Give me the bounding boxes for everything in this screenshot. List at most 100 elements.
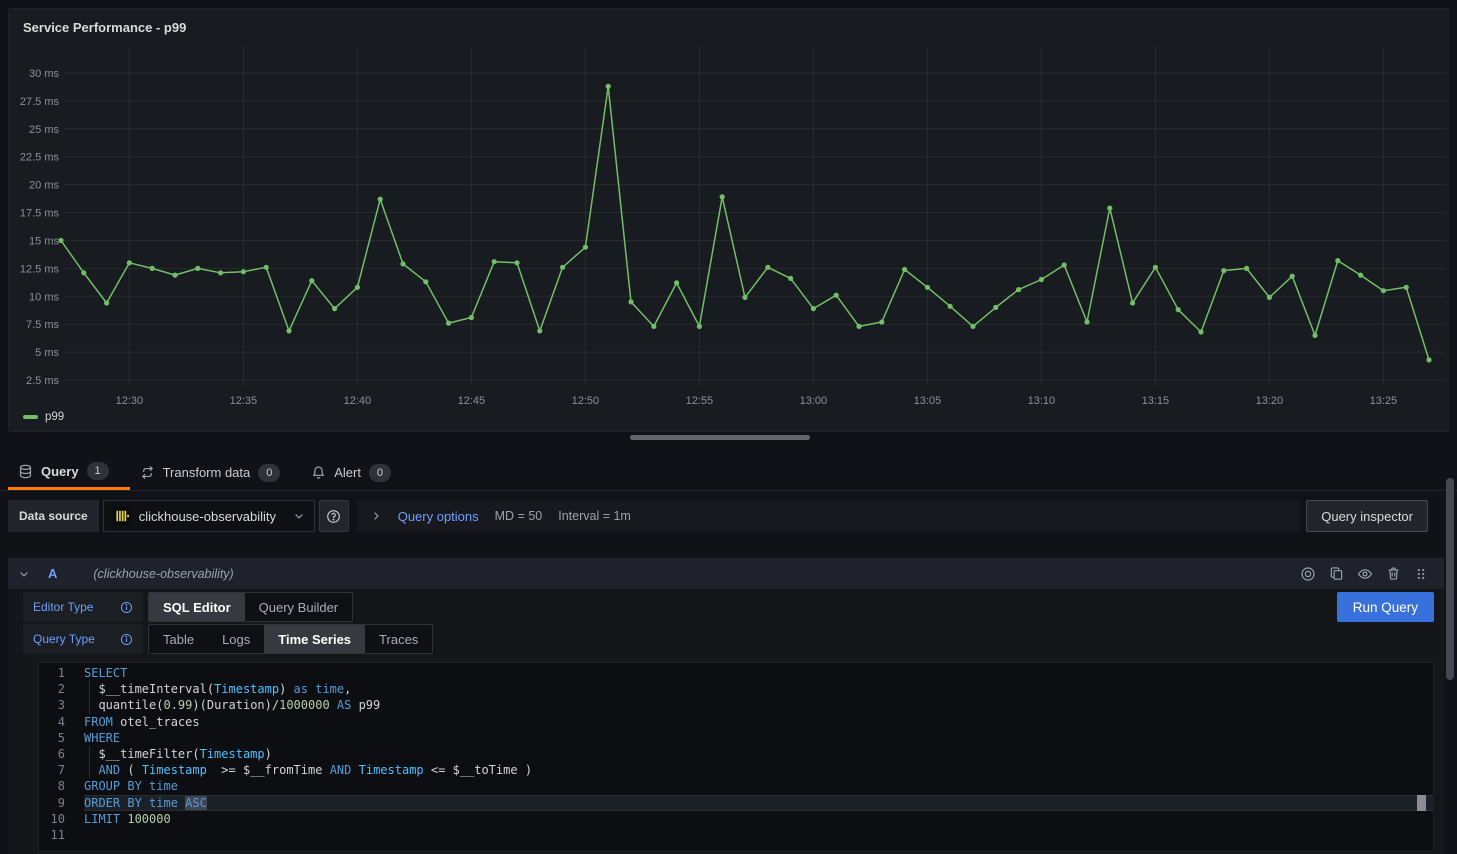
- copy-icon[interactable]: [1329, 566, 1344, 581]
- editor-type-sql-editor[interactable]: SQL Editor: [149, 593, 245, 621]
- angle-right-icon: [370, 510, 382, 522]
- line-text: AND ( Timestamp >= $__fromTime AND Times…: [84, 762, 1433, 778]
- legend-label[interactable]: p99: [45, 411, 64, 423]
- timeseries-chart[interactable]: 2.5 ms5 ms7.5 ms10 ms12.5 ms15 ms17.5 ms…: [9, 9, 1449, 432]
- query-inspector-button[interactable]: Query inspector: [1306, 500, 1428, 532]
- code-line-11[interactable]: 11: [39, 827, 1433, 843]
- query-type-time-series[interactable]: Time Series: [264, 625, 365, 653]
- tab-transform-data[interactable]: Transform data 0: [130, 455, 302, 490]
- tab-alert-label: Alert: [334, 465, 361, 480]
- svg-text:13:15: 13:15: [1142, 395, 1170, 407]
- legend: p99: [23, 411, 64, 423]
- code-line-5[interactable]: 5 WHERE: [39, 730, 1433, 746]
- panel-resize-handle[interactable]: [630, 435, 810, 440]
- editor-type-row: Editor Type SQL Editor Query Builder Run…: [23, 592, 1434, 622]
- info-circle-icon[interactable]: [120, 601, 133, 614]
- query-type-label-text: Query Type: [33, 632, 95, 646]
- line-text: FROM otel_traces: [84, 714, 1433, 730]
- tab-alert[interactable]: Alert 0: [301, 455, 412, 490]
- line-text: WHERE: [84, 730, 1433, 746]
- angle-down-icon[interactable]: [18, 568, 30, 580]
- code-line-8[interactable]: 8 GROUP BY time: [39, 778, 1433, 794]
- legend-color-swatch: [23, 415, 38, 419]
- svg-text:13:05: 13:05: [914, 395, 942, 407]
- tab-query-count-badge: 1: [87, 462, 109, 480]
- svg-text:25 ms: 25 ms: [29, 124, 59, 136]
- datasource-label: Data source: [8, 500, 99, 532]
- line-number: 1: [39, 665, 65, 681]
- grip-icon[interactable]: [1414, 567, 1428, 581]
- code-line-2[interactable]: 2 $__timeInterval(Timestamp) as time,: [39, 681, 1433, 697]
- query-type-logs[interactable]: Logs: [208, 625, 264, 653]
- question-circle-icon: [326, 509, 341, 524]
- query-type-group: Table Logs Time Series Traces: [148, 624, 433, 654]
- svg-text:13:20: 13:20: [1256, 395, 1284, 407]
- run-query-button[interactable]: Run Query: [1337, 592, 1434, 622]
- query-row-header[interactable]: A (clickhouse-observability): [8, 558, 1444, 589]
- svg-text:12:30: 12:30: [116, 395, 144, 407]
- line-number: 4: [39, 714, 65, 730]
- svg-text:27.5 ms: 27.5 ms: [20, 96, 60, 108]
- page-scrollbar-thumb[interactable]: [1446, 478, 1454, 680]
- sql-code-editor[interactable]: 1SELECT2 $__timeInterval(Timestamp) as t…: [38, 662, 1434, 852]
- line-text: ORDER BY time ASC: [84, 795, 1433, 811]
- code-line-10[interactable]: 10LIMIT 100000: [39, 811, 1433, 827]
- code-line-3[interactable]: 3 quantile(0.99)(Duration)/1000000 AS p9…: [39, 697, 1433, 713]
- svg-text:12:35: 12:35: [230, 395, 258, 407]
- line-text: quantile(0.99)(Duration)/1000000 AS p99: [84, 697, 1433, 713]
- transform-icon: [140, 465, 155, 480]
- code-line-9[interactable]: 9 ORDER BY time ASC: [39, 795, 1433, 811]
- info-circle-icon[interactable]: [120, 633, 133, 646]
- editor-type-label-text: Editor Type: [33, 600, 93, 614]
- editor-type-group: SQL Editor Query Builder: [148, 592, 353, 622]
- line-number: 2: [39, 681, 65, 697]
- database-icon: [18, 464, 33, 479]
- svg-text:13:10: 13:10: [1028, 395, 1056, 407]
- query-ref-id[interactable]: A: [48, 566, 57, 581]
- code-line-1[interactable]: 1 SELECT: [39, 665, 1433, 681]
- svg-text:13:25: 13:25: [1370, 395, 1398, 407]
- chevron-down-icon: [293, 510, 305, 522]
- svg-text:13:00: 13:00: [800, 395, 828, 407]
- line-number: 5: [39, 730, 65, 746]
- svg-text:10 ms: 10 ms: [29, 291, 59, 303]
- panel-title[interactable]: Service Performance - p99: [23, 20, 186, 35]
- datasource-help-button[interactable]: [319, 500, 349, 532]
- code-line-4[interactable]: 4 FROM otel_traces: [39, 714, 1433, 730]
- trash-icon[interactable]: [1386, 566, 1401, 581]
- query-type-label: Query Type: [23, 624, 143, 654]
- code-line-7[interactable]: 7 AND ( Timestamp >= $__fromTime AND Tim…: [39, 762, 1433, 778]
- query-datasource-hint: (clickhouse-observability): [93, 567, 233, 581]
- line-text: $__timeInterval(Timestamp) as time,: [84, 681, 1433, 697]
- svg-text:30 ms: 30 ms: [29, 68, 59, 80]
- svg-text:12:55: 12:55: [686, 395, 714, 407]
- query-type-table[interactable]: Table: [149, 625, 208, 653]
- line-number: 8: [39, 778, 65, 794]
- query-options-toggle[interactable]: Query options: [398, 509, 479, 524]
- line-text: GROUP BY time: [84, 778, 1433, 794]
- editor-type-query-builder[interactable]: Query Builder: [245, 593, 352, 621]
- editor-type-label: Editor Type: [23, 592, 143, 622]
- datasource-bar: Data source clickhouse-observability Que…: [8, 500, 1428, 532]
- datasource-value: clickhouse-observability: [139, 509, 285, 524]
- record-circle-icon[interactable]: [1300, 566, 1316, 582]
- tab-query[interactable]: Query 1: [8, 455, 130, 490]
- query-options-bar[interactable]: Query options MD = 50 Interval = 1m: [357, 500, 1301, 532]
- svg-text:12:50: 12:50: [572, 395, 600, 407]
- query-type-row: Query Type Table Logs Time Series Traces: [23, 624, 1434, 654]
- query-type-traces[interactable]: Traces: [365, 625, 432, 653]
- eye-icon[interactable]: [1357, 566, 1373, 582]
- code-line-6[interactable]: 6 $__timeFilter(Timestamp): [39, 746, 1433, 762]
- tab-transform-label: Transform data: [163, 465, 251, 480]
- query-editor-body: Editor Type SQL Editor Query Builder Run…: [8, 589, 1444, 854]
- line-number: 3: [39, 697, 65, 713]
- svg-text:12:40: 12:40: [344, 395, 372, 407]
- tab-transform-count-badge: 0: [258, 464, 280, 482]
- line-number: 6: [39, 746, 65, 762]
- line-number: 9: [39, 795, 65, 811]
- line-number: 11: [39, 827, 65, 843]
- datasource-picker[interactable]: clickhouse-observability: [103, 500, 315, 532]
- svg-text:12:45: 12:45: [458, 395, 486, 407]
- line-text: SELECT: [84, 665, 1433, 681]
- svg-text:7.5 ms: 7.5 ms: [26, 319, 60, 331]
